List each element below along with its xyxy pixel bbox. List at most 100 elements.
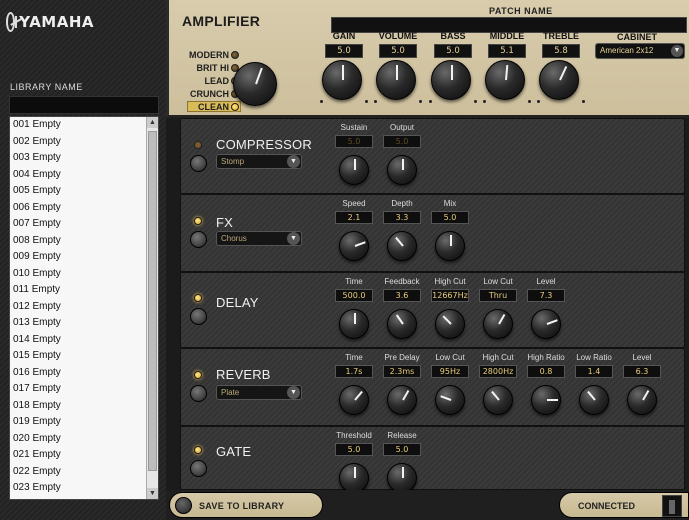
reverb-param-pre-delay: Pre Delay 2.3ms (379, 353, 425, 378)
delay-low-cut-knob[interactable] (483, 309, 513, 339)
reverb-title: REVERB (216, 367, 271, 382)
compressor-sustain-knob[interactable] (339, 155, 369, 185)
param-value: 2800Hz (479, 365, 517, 378)
reverb-pre-delay-knob[interactable] (387, 385, 417, 415)
param-value: 3.3 (383, 211, 421, 224)
reverb-high-ratio-knob[interactable] (531, 385, 561, 415)
library-list-item[interactable]: 013 Empty (10, 315, 146, 332)
scroll-thumb[interactable] (148, 131, 157, 471)
gate-release-knob[interactable] (387, 463, 417, 493)
param-value: 6.3 (623, 365, 661, 378)
param-label: Time (345, 277, 363, 286)
library-list-item[interactable]: 006 Empty (10, 200, 146, 217)
chevron-down-icon[interactable]: ▼ (287, 386, 300, 399)
reverb-low-ratio-knob[interactable] (579, 385, 609, 415)
amp-middle-knob[interactable] (485, 60, 525, 100)
save-button-icon[interactable] (175, 497, 192, 514)
library-list-item[interactable]: 019 Empty (10, 414, 146, 431)
amp-volume-knob[interactable] (376, 60, 416, 100)
gate-threshold-knob[interactable] (339, 463, 369, 493)
fx-type-select[interactable]: Chorus ▼ (216, 231, 302, 246)
param-label: Release (387, 431, 417, 440)
reverb-level-knob[interactable] (627, 385, 657, 415)
library-list-item[interactable]: 017 Empty (10, 381, 146, 398)
amp-mode-clean[interactable]: CLEAN (165, 102, 229, 112)
cabinet-label: CABINET (617, 32, 657, 42)
library-list-item[interactable]: 023 Empty (10, 480, 146, 497)
fx-speed-knob[interactable] (339, 231, 369, 261)
fx-toggle-button[interactable] (190, 231, 207, 248)
param-label: Feedback (384, 277, 420, 286)
amp-mode-led (231, 51, 239, 59)
chevron-down-icon[interactable]: ▼ (287, 155, 300, 168)
library-list-item[interactable]: 011 Empty (10, 282, 146, 299)
compressor-type-select[interactable]: Stomp ▼ (216, 154, 302, 169)
chevron-down-icon[interactable]: ▼ (287, 232, 300, 245)
delay-toggle-button[interactable] (190, 308, 207, 325)
delay-time-knob[interactable] (339, 309, 369, 339)
reverb-time-knob[interactable] (339, 385, 369, 415)
compressor-output-knob[interactable] (387, 155, 417, 185)
library-list-item[interactable]: 005 Empty (10, 183, 146, 200)
delay-high-cut-knob[interactable] (435, 309, 465, 339)
delay-led (194, 294, 202, 302)
cabinet-select[interactable]: American 2x12 ▼ (595, 43, 685, 59)
amp-gain-knob[interactable] (322, 60, 362, 100)
delay-title: DELAY (216, 295, 259, 310)
reverb-low-cut-knob[interactable] (435, 385, 465, 415)
reverb-high-cut-knob[interactable] (483, 385, 513, 415)
library-list-item[interactable]: 021 Empty (10, 447, 146, 464)
library-list-item[interactable]: 004 Empty (10, 167, 146, 184)
library-list-item[interactable]: 014 Empty (10, 332, 146, 349)
reverb-panel: REVERB Plate ▼ Time 1.7s Pre Delay 2.3ms Low… (180, 348, 685, 426)
library-list[interactable]: 001 Empty 002 Empty 003 Empty 004 Empty 005 … (9, 116, 159, 500)
library-list-item[interactable]: 020 Empty (10, 431, 146, 448)
library-panel: YAMAHA LIBRARY NAME 001 Empty 002 Empty 00… (0, 0, 166, 520)
scroll-up-icon[interactable]: ▲ (147, 117, 158, 128)
amp-mode-modern[interactable]: MODERN (165, 50, 229, 60)
yamaha-logo: YAMAHA (6, 10, 94, 34)
amp-bass-knob[interactable] (431, 60, 471, 100)
amp-mode-brit-hi[interactable]: BRIT HI (165, 63, 230, 73)
library-list-item[interactable]: 003 Empty (10, 150, 146, 167)
save-to-library-button[interactable]: SAVE TO LIBRARY (169, 492, 323, 518)
delay-feedback-knob[interactable] (387, 309, 417, 339)
amp-mode-knob[interactable] (233, 62, 277, 106)
fx-title: FX (216, 215, 234, 230)
compressor-toggle-button[interactable] (190, 155, 207, 172)
library-list-item[interactable]: 010 Empty (10, 266, 146, 283)
footer-bar: SAVE TO LIBRARY CONNECTED (166, 490, 689, 520)
library-name-field[interactable] (9, 96, 159, 114)
param-label: Level (536, 277, 556, 286)
library-list-item[interactable]: 007 Empty (10, 216, 146, 233)
amp-mode-crunch[interactable]: CRUNCH (165, 89, 229, 99)
fx-depth-knob[interactable] (387, 231, 417, 261)
param-label: Low Ratio (576, 353, 612, 362)
scroll-down-icon[interactable]: ▼ (147, 488, 158, 499)
library-list-item[interactable]: 008 Empty (10, 233, 146, 250)
gate-toggle-button[interactable] (190, 460, 207, 477)
library-list-item[interactable]: 016 Empty (10, 365, 146, 382)
fx-param-depth: Depth 3.3 (379, 199, 425, 224)
chevron-down-icon[interactable]: ▼ (671, 45, 683, 57)
param-value: 500.0 (335, 289, 373, 302)
library-list-item[interactable]: 002 Empty (10, 134, 146, 151)
library-scrollbar[interactable]: ▲ ▼ (146, 117, 158, 499)
delay-param-high-cut: High Cut 12667Hz (427, 277, 473, 302)
reverb-type-select[interactable]: Plate ▼ (216, 385, 302, 400)
library-list-item[interactable]: 012 Empty (10, 299, 146, 316)
library-list-item[interactable]: 001 Empty (10, 117, 146, 134)
amp-mode-lead[interactable]: LEAD (165, 76, 230, 86)
library-list-item[interactable]: 015 Empty (10, 348, 146, 365)
library-list-item[interactable]: 022 Empty (10, 464, 146, 481)
reverb-toggle-button[interactable] (190, 385, 207, 402)
amp-knob-label: GAIN (332, 31, 356, 41)
param-label: Time (345, 353, 363, 362)
library-list-item[interactable]: 018 Empty (10, 398, 146, 415)
delay-level-knob[interactable] (531, 309, 561, 339)
amp-treble-knob[interactable] (539, 60, 579, 100)
fx-mix-knob[interactable] (435, 231, 465, 261)
amp-knob-value: 5.8 (542, 44, 580, 58)
library-list-item[interactable]: 009 Empty (10, 249, 146, 266)
param-value: 5.0 (335, 135, 373, 148)
